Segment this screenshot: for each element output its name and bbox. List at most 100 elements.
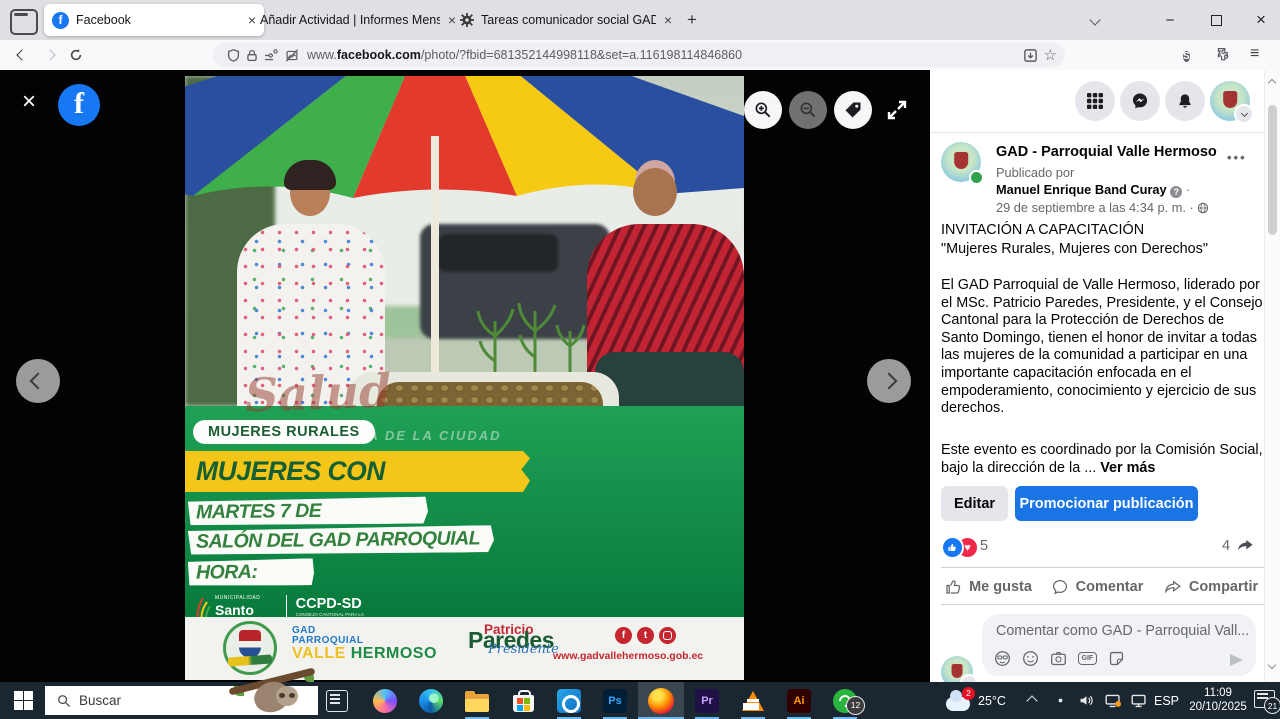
hidden-icons-button[interactable] — [1028, 682, 1036, 719]
window-close-button[interactable]: × — [1242, 0, 1280, 40]
president-title: Presidente — [488, 643, 559, 656]
fullscreen-button[interactable] — [884, 97, 910, 128]
gif-icon[interactable]: GIF — [1078, 652, 1097, 665]
extensions-puzzle-icon[interactable] — [1216, 47, 1232, 63]
url-text: www.facebook.com/photo/?fbid=68135214499… — [307, 48, 742, 62]
share-button[interactable]: Compartir — [1156, 572, 1266, 602]
bookmark-star-icon[interactable]: ☆ — [1044, 46, 1057, 64]
photo-poster[interactable]: Salud RO Y FUERA DE LA CIUDAD MUJERES RU… — [185, 76, 744, 680]
scroll-up-arrow[interactable] — [1269, 80, 1275, 86]
back-button[interactable] — [12, 45, 32, 65]
avatar-sticker-icon[interactable] — [994, 650, 1011, 667]
firefox-view-icon[interactable] — [10, 9, 38, 35]
poster-time-line: HORA: 09H00 — [188, 558, 314, 587]
taskbar-firefox[interactable] — [638, 682, 684, 719]
timestamp[interactable]: 29 de septiembre a las 4:34 p. m. · — [996, 200, 1209, 215]
messenger-button[interactable] — [1120, 81, 1160, 121]
emoji-icon[interactable] — [1022, 650, 1039, 667]
new-tab-button[interactable]: + — [680, 8, 704, 32]
promote-post-button[interactable]: Promocionar publicación — [1015, 486, 1198, 521]
taskbar-whatsapp[interactable]: 12 — [822, 682, 868, 719]
tab-tareas[interactable]: Tareas comunicador social GAD × — [452, 4, 680, 36]
facebook-logo[interactable]: f — [58, 84, 100, 126]
tray-capture-icon[interactable] — [1052, 682, 1069, 719]
maximize-button[interactable] — [1196, 0, 1236, 40]
tab-label: Tareas comunicador social GAD — [481, 13, 656, 27]
volume-icon[interactable] — [1078, 682, 1095, 719]
sticker-icon[interactable] — [1108, 650, 1125, 667]
poster-website: www.gadvallehermoso.gob.ec — [553, 650, 703, 662]
weather-widget[interactable]: 2 25°C — [946, 682, 1006, 719]
comment-button[interactable]: Comentar — [1042, 572, 1152, 602]
tab-list-button[interactable] — [1078, 0, 1112, 40]
taskbar-photoshop[interactable]: Ps — [592, 682, 638, 719]
tab-facebook[interactable]: f Facebook × — [44, 4, 264, 36]
forward-button[interactable] — [40, 45, 60, 65]
sloth-head — [276, 686, 298, 706]
shield-icon[interactable] — [227, 49, 240, 62]
taskbar-illustrator[interactable]: Ai — [776, 682, 822, 719]
zoom-in-icon — [753, 100, 773, 120]
viewer-close-button[interactable]: × — [22, 90, 36, 114]
tag-icon — [843, 100, 863, 120]
browser-tab-bar: f Facebook × Añadir Actividad | Informes… — [0, 0, 1280, 40]
comment-input[interactable]: Comentar como GAD - Parroquial Vall... — [982, 614, 1256, 676]
lock-icon[interactable] — [246, 49, 258, 62]
taskbar-premiere[interactable]: Pr — [684, 682, 730, 719]
screen: f Facebook × Añadir Actividad | Informes… — [0, 0, 1280, 719]
taskbar-store[interactable] — [500, 682, 546, 719]
scrollbar-thumb[interactable] — [1268, 105, 1277, 235]
tray-share-screen-icon[interactable] — [1104, 682, 1122, 719]
taskbar-edge[interactable] — [408, 682, 454, 719]
taskbar-clock[interactable]: 11:09 20/10/2025 — [1186, 686, 1250, 714]
url-bar[interactable]: www.facebook.com/photo/?fbid=68135214499… — [213, 43, 1065, 67]
taskbar-copilot[interactable] — [362, 682, 408, 719]
poster-place-line: SALÓN DEL GAD PARROQUIAL — [188, 525, 494, 556]
menu-button[interactable]: ≡ — [1250, 45, 1259, 63]
blocked-images-icon[interactable] — [285, 49, 299, 62]
premiere-icon: Pr — [695, 689, 719, 713]
camera-icon[interactable] — [1050, 650, 1067, 667]
post-options-button[interactable]: ••• — [1227, 150, 1247, 165]
send-comment-icon[interactable] — [1230, 654, 1243, 666]
poster-green-panel: Salud RO Y FUERA DE LA CIUDAD MUJERES RU… — [185, 406, 744, 617]
notification-center-button[interactable]: 21 — [1254, 690, 1275, 708]
extension-s-icon[interactable]: S — [1183, 46, 1190, 65]
network-icon[interactable] — [1130, 682, 1148, 719]
like-reaction-icon[interactable] — [941, 536, 964, 559]
language-indicator[interactable]: ESP — [1154, 682, 1179, 719]
apps-menu-button[interactable] — [1075, 81, 1115, 121]
tab-close-icon[interactable]: × — [664, 12, 672, 28]
notifications-button[interactable] — [1165, 81, 1205, 121]
reaction-count[interactable]: 5 — [980, 538, 988, 554]
page-name[interactable]: GAD - Parroquial Valle Hermoso — [996, 144, 1217, 160]
account-avatar[interactable] — [1210, 81, 1250, 121]
zoom-in-button[interactable] — [744, 91, 782, 129]
tab-informes[interactable]: Añadir Actividad | Informes Mensua × — [252, 4, 464, 36]
author-name[interactable]: Manuel Enrique Band Curay — [996, 182, 1167, 197]
edit-button[interactable]: Editar — [941, 486, 1008, 521]
taskbar-file-explorer[interactable] — [454, 682, 500, 719]
tag-photo-button[interactable] — [834, 91, 872, 129]
scroll-down-arrow[interactable] — [1269, 662, 1275, 668]
reload-button[interactable] — [66, 45, 86, 65]
permissions-icon[interactable] — [264, 49, 279, 62]
sloth-search-graphic[interactable] — [228, 672, 314, 719]
next-photo-button[interactable] — [867, 359, 911, 403]
share-count[interactable]: 4 — [1222, 538, 1230, 554]
taskbar-vlc[interactable] — [730, 682, 776, 719]
sidebar-scrollbar[interactable] — [1264, 70, 1280, 682]
microsoft-store-icon — [513, 695, 534, 712]
taskbar-search[interactable]: Buscar — [45, 686, 318, 715]
save-page-icon[interactable] — [1023, 48, 1038, 63]
minimize-button[interactable]: − — [1150, 0, 1190, 40]
see-more-link[interactable]: Ver más — [1100, 460, 1155, 476]
start-button[interactable] — [14, 691, 33, 710]
taskbar-outlook[interactable] — [546, 682, 592, 719]
comment-icon — [1051, 578, 1069, 596]
task-view-button[interactable] — [326, 690, 348, 712]
author-line[interactable]: Manuel Enrique Band Curay ? · — [996, 182, 1190, 198]
previous-photo-button[interactable] — [16, 359, 60, 403]
ccpd-logo: CCPD-SD — [296, 597, 382, 612]
like-button[interactable]: Me gusta — [936, 572, 1040, 602]
